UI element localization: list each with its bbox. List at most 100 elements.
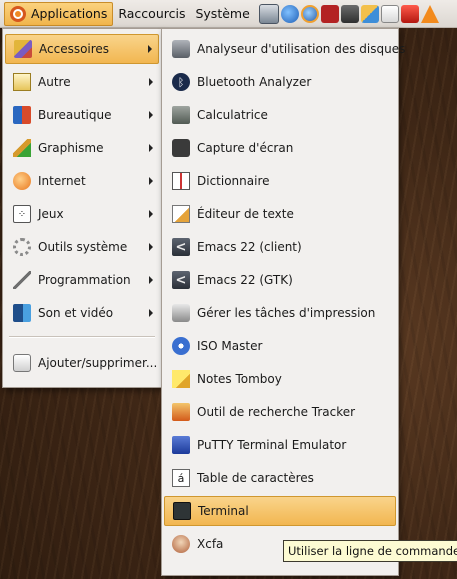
iso-master-icon: [172, 337, 190, 355]
add-remove-icon: [13, 354, 31, 372]
text-editor-icon: [172, 205, 190, 223]
menu-item-accessories[interactable]: Accessoires: [5, 34, 159, 64]
accessories-icon: [14, 40, 32, 58]
submenu-item-label: ISO Master: [197, 339, 263, 353]
emacs-icon: <: [172, 238, 190, 256]
submenu-arrow-icon: [149, 177, 153, 185]
submenu-item-disk-usage[interactable]: Analyseur d'utilisation des disques: [164, 34, 405, 64]
submenu-item-label: Terminal: [198, 504, 249, 518]
calculator-icon: [172, 106, 190, 124]
submenu-item-text-editor[interactable]: Éditeur de texte: [164, 199, 396, 229]
terminal-tooltip: Utiliser la ligne de commande: [283, 540, 457, 562]
graphics-icon: [13, 139, 31, 157]
submenu-arrow-icon: [149, 78, 153, 86]
submenu-item-label: Dictionnaire: [197, 174, 270, 188]
places-label: Raccourcis: [118, 6, 186, 21]
submenu-item-screenshot[interactable]: Capture d'écran: [164, 133, 396, 163]
network-icon[interactable]: [360, 4, 379, 23]
ubuntu-logo-icon: [10, 5, 26, 22]
applications-menu-button[interactable]: Applications: [4, 1, 114, 26]
pdf-icon[interactable]: [400, 4, 419, 23]
dictionary-icon: [172, 172, 190, 190]
menu-item-label: Accessoires: [39, 42, 110, 56]
disk-usage-icon: [172, 40, 190, 58]
printer-icon: [172, 304, 190, 322]
places-menu-button[interactable]: Raccourcis: [113, 2, 190, 26]
vlc-icon[interactable]: [420, 4, 439, 23]
submenu-item-label: Notes Tomboy: [197, 372, 282, 386]
submenu-item-tracker[interactable]: Outil de recherche Tracker: [164, 397, 396, 427]
character-map-icon: á: [172, 469, 190, 487]
files-icon[interactable]: [380, 4, 399, 23]
submenu-item-label: Emacs 22 (client): [197, 240, 302, 254]
tracker-search-icon: [172, 403, 190, 421]
system-tools-icon: [13, 238, 31, 256]
submenu-item-calculator[interactable]: Calculatrice: [164, 100, 396, 130]
submenu-arrow-icon: [149, 276, 153, 284]
menu-item-programming[interactable]: Programmation: [5, 265, 159, 295]
sound-video-icon: [13, 304, 31, 322]
menu-item-label: Outils système: [38, 240, 128, 254]
emacs-icon: <: [172, 271, 190, 289]
submenu-item-label: Emacs 22 (GTK): [197, 273, 293, 287]
menu-item-internet[interactable]: Internet: [5, 166, 159, 196]
monitor-icon[interactable]: [258, 3, 279, 24]
menu-separator: [9, 336, 155, 338]
office-icon: [13, 106, 31, 124]
submenu-item-print-jobs[interactable]: Gérer les tâches d'impression: [164, 298, 396, 328]
menu-item-other[interactable]: Autre: [5, 67, 159, 97]
submenu-arrow-icon: [149, 144, 153, 152]
submenu-item-label: Bluetooth Analyzer: [197, 75, 312, 89]
submenu-item-label: Gérer les tâches d'impression: [197, 306, 376, 320]
submenu-item-label: Xcfa: [197, 537, 224, 551]
camera-icon: [172, 139, 190, 157]
menu-item-games[interactable]: ⁘ Jeux: [5, 199, 159, 229]
submenu-item-tomboy[interactable]: Notes Tomboy: [164, 364, 396, 394]
menu-item-label: Bureautique: [38, 108, 112, 122]
submenu-item-label: PuTTY Terminal Emulator: [197, 438, 347, 452]
submenu-item-character-map[interactable]: á Table de caractères: [164, 463, 396, 493]
submenu-item-terminal[interactable]: Terminal: [164, 496, 396, 526]
menu-item-office[interactable]: Bureautique: [5, 100, 159, 130]
filezilla-icon[interactable]: [320, 4, 339, 23]
submenu-item-bluetooth[interactable]: ᛒ Bluetooth Analyzer: [164, 67, 396, 97]
other-icon: [13, 73, 31, 91]
menu-item-sound-video[interactable]: Son et vidéo: [5, 298, 159, 328]
menu-item-graphics[interactable]: Graphisme: [5, 133, 159, 163]
terminal-icon: [173, 502, 191, 520]
submenu-item-putty[interactable]: PuTTY Terminal Emulator: [164, 430, 396, 460]
submenu-item-emacs-client[interactable]: < Emacs 22 (client): [164, 232, 396, 262]
submenu-item-label: Capture d'écran: [197, 141, 294, 155]
submenu-item-label: Analyseur d'utilisation des disques: [197, 42, 406, 56]
gimp-icon[interactable]: [340, 4, 359, 23]
menu-item-label: Internet: [38, 174, 86, 188]
xcfa-icon: [172, 535, 190, 553]
programming-icon: [13, 271, 31, 289]
applications-menu: Accessoires Autre Bureautique Graphisme …: [2, 28, 162, 388]
menu-item-label: Programmation: [38, 273, 131, 287]
submenu-item-dictionary[interactable]: Dictionnaire: [164, 166, 396, 196]
submenu-arrow-icon: [148, 45, 152, 53]
submenu-item-emacs-gtk[interactable]: < Emacs 22 (GTK): [164, 265, 396, 295]
submenu-arrow-icon: [149, 111, 153, 119]
menu-item-system-tools[interactable]: Outils système: [5, 232, 159, 262]
menu-item-label: Ajouter/supprimer...: [38, 356, 158, 370]
submenu-item-label: Calculatrice: [197, 108, 268, 122]
internet-icon: [13, 172, 31, 190]
putty-icon: [172, 436, 190, 454]
thunderbird-icon[interactable]: [300, 4, 319, 23]
submenu-arrow-icon: [149, 210, 153, 218]
bluetooth-icon: ᛒ: [172, 73, 190, 91]
submenu-arrow-icon: [149, 309, 153, 317]
system-menu-button[interactable]: Système: [190, 2, 254, 26]
system-label: Système: [195, 6, 250, 21]
submenu-arrow-icon: [149, 243, 153, 251]
games-icon: ⁘: [13, 205, 31, 223]
menu-item-label: Autre: [38, 75, 71, 89]
globe-icon[interactable]: [280, 4, 299, 23]
launcher-bar: [258, 3, 439, 24]
menu-item-add-remove[interactable]: Ajouter/supprimer...: [5, 348, 159, 378]
submenu-item-iso-master[interactable]: ISO Master: [164, 331, 396, 361]
submenu-item-label: Outil de recherche Tracker: [197, 405, 356, 419]
top-panel: Applications Raccourcis Système: [0, 0, 457, 28]
